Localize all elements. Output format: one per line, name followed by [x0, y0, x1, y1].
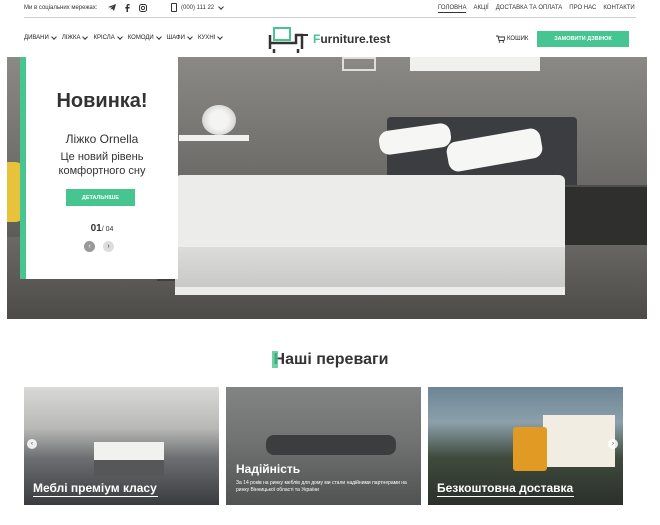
phone-icon [171, 3, 177, 12]
slide-product: Ліжко Ornella [65, 132, 139, 146]
callback-button[interactable]: ЗАМОВИТИ ДЗВІНОК [537, 31, 629, 47]
nav-about[interactable]: ПРО НАС [569, 5, 596, 13]
chevron-down-icon [116, 34, 123, 40]
phone-number: (000) 111 22 [181, 4, 215, 11]
hero-slide-card: Новинка! Ліжко Ornella Це новий рівень к… [20, 57, 178, 279]
phone-block[interactable]: (000) 111 22 [171, 3, 224, 12]
top-divider [24, 17, 636, 18]
card-title: Меблі преміум класу [33, 481, 157, 495]
card-underline [437, 496, 574, 497]
top-navigation: ГОЛОВНА АКЦІЇ ДОСТАВКА ТА ОПЛАТА ПРО НАС… [438, 5, 635, 13]
category-dressers[interactable]: КОМОДИ [127, 34, 162, 41]
chevron-down-icon [50, 34, 57, 40]
details-button[interactable]: ДЕТАЛЬНІШЕ [66, 189, 135, 206]
cart-label: КОШИК [507, 36, 529, 42]
logo-rest: urniture.test [320, 32, 391, 46]
main-header: ДИВАНИ ЛІЖКА КРІСЛА КОМОДИ ШАФИ КУХНІ Fu… [24, 22, 636, 56]
category-label: ШАФИ [166, 35, 185, 41]
logo-text: Furniture.test [313, 32, 390, 46]
card-title: Надійність [236, 462, 301, 476]
category-label: ЛІЖКА [61, 35, 81, 41]
category-kitchens[interactable]: КУХНІ [197, 34, 224, 41]
arrow-left-icon[interactable]: ‹ [84, 241, 95, 252]
chevron-down-icon [82, 34, 89, 40]
slide-total: / 04 [101, 226, 114, 233]
truck-cab [513, 427, 547, 471]
instagram-icon[interactable] [138, 3, 147, 12]
category-nav: ДИВАНИ ЛІЖКА КРІСЛА КОМОДИ ШАФИ КУХНІ [24, 34, 224, 41]
advantage-card-reliability[interactable]: Надійність За 14 років на ринку меблів д… [226, 387, 421, 505]
top-bar: Ми в соціальних мережах: (000) 111 22 ГО… [24, 0, 636, 17]
bed-shade [175, 247, 565, 287]
chevron-down-icon [218, 3, 224, 10]
advantage-card-delivery[interactable]: › Безкоштовна доставка [428, 387, 623, 505]
advantage-card-premium[interactable]: ‹ Меблі преміум класу [24, 387, 219, 505]
site-logo[interactable]: Furniture.test [268, 25, 390, 53]
category-label: КУХНІ [197, 35, 216, 41]
arrow-right-icon[interactable]: › [608, 439, 618, 449]
category-label: КРІСЛА [93, 35, 115, 41]
sofa-logo-icon [268, 27, 308, 53]
nav-promotions[interactable]: АКЦІЇ [473, 5, 488, 13]
chevron-down-icon [217, 34, 224, 40]
category-label: ДИВАНИ [24, 35, 49, 41]
facebook-icon[interactable] [123, 3, 132, 12]
side-table [179, 135, 249, 141]
slide-description: Це новий рівень комфортного сну [58, 151, 146, 177]
nav-contacts[interactable]: КОНТАКТИ [603, 5, 634, 13]
slide-counter: 01/ 04 [26, 223, 178, 234]
chevron-down-icon [187, 34, 193, 40]
category-wardrobes[interactable]: ШАФИ [166, 34, 193, 41]
telegram-icon[interactable] [107, 3, 116, 12]
cart-icon [496, 35, 505, 43]
card-underline [33, 496, 158, 497]
wall-frame [410, 57, 540, 71]
advantages-title-text: Наші переваги [273, 351, 389, 368]
card-title: Безкоштовна доставка [437, 481, 574, 495]
wall-mirror [342, 57, 376, 71]
slide-arrows: ‹ › [84, 241, 114, 252]
flower-vase [202, 105, 236, 135]
category-label: КОМОДИ [127, 35, 154, 41]
slide-current: 01 [90, 223, 102, 234]
nav-delivery[interactable]: ДОСТАВКА ТА ОПЛАТА [496, 5, 563, 13]
chevron-down-icon [155, 34, 162, 40]
slide-title: Новинка! [56, 90, 148, 112]
advantages-title: Наші переваги [0, 351, 660, 369]
category-beds[interactable]: ЛІЖКА [61, 34, 89, 41]
arrow-left-icon[interactable]: ‹ [27, 439, 37, 449]
arrow-right-icon[interactable]: › [103, 241, 114, 252]
social-label: Ми в соціальних мережах: [24, 5, 98, 11]
card-text: За 14 років на ринку меблів для дому ми … [236, 480, 407, 493]
nav-home[interactable]: ГОЛОВНА [438, 5, 467, 13]
cart-link[interactable]: КОШИК [496, 35, 528, 43]
kitchen-island-base [94, 460, 164, 476]
kitchen-island [94, 442, 164, 460]
truck-trailer [543, 415, 615, 467]
category-sofas[interactable]: ДИВАНИ [24, 34, 57, 41]
title-accent [271, 351, 278, 369]
category-armchairs[interactable]: КРІСЛА [93, 34, 123, 41]
